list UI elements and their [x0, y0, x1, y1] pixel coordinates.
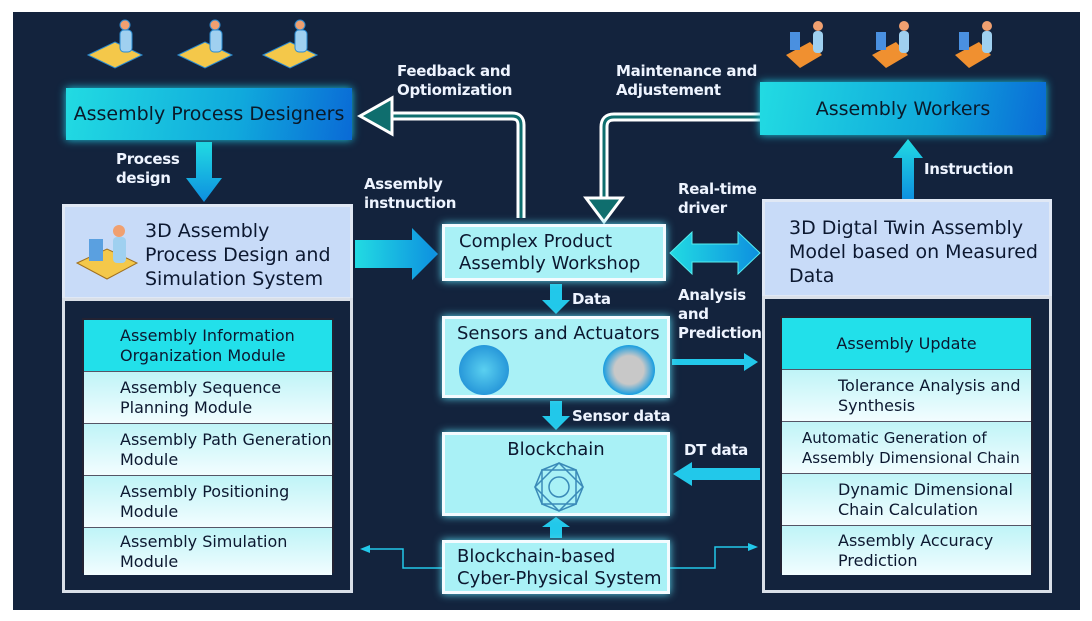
module-item: Assembly Sequence Planning Module: [84, 372, 332, 424]
module-label: Assembly Positioning Module: [120, 481, 290, 521]
module-label: Assembly Path Generation Module: [120, 429, 332, 469]
assembly-instruction-label: Assembly instnuction: [364, 175, 457, 212]
designers-box: Assembly Process Designers: [66, 88, 352, 140]
instruction-label: Instruction: [924, 160, 1014, 178]
workshop-title: Complex Product Assembly Workshop: [459, 231, 641, 274]
design-system-box: 3D Assembly Process Design and Simulatio…: [62, 204, 353, 300]
module-item: Assembly Update: [782, 318, 1031, 370]
dt-model-title: 3D Digtal Twin Assembly Model based on M…: [789, 217, 1038, 287]
sensor-data-arrow: [542, 401, 570, 430]
module-label: Assembly Sequence Planning Module: [120, 377, 282, 417]
realtime-driver-arrow: [669, 230, 761, 276]
module-item: Automatic Generation of Assembly Dimensi…: [782, 422, 1031, 474]
dt-data-label: DT data: [684, 441, 748, 459]
cps-to-design-line: [368, 548, 442, 569]
analysis-label: Analysis and Prediction: [678, 286, 762, 342]
process-design-label: Process design: [116, 150, 180, 187]
sensor-icon: [459, 345, 509, 395]
sensors-box: Sensors and Actuators: [442, 316, 670, 398]
module-label: Automatic Generation of Assembly Dimensi…: [802, 428, 1020, 467]
blockchain-network-icon: [533, 461, 585, 513]
sensors-title: Sensors and Actuators: [457, 323, 660, 344]
dt-model-box: 3D Digtal Twin Assembly Model based on M…: [762, 199, 1052, 298]
workshop-box: Complex Product Assembly Workshop: [442, 224, 666, 281]
data-label: Data: [572, 290, 611, 308]
blockchain-title: Blockchain: [507, 439, 605, 460]
actuator-icon: [603, 345, 655, 395]
workers-title: Assembly Workers: [815, 97, 991, 120]
dt-modules-list: Assembly Update Tolerance Analysis and S…: [780, 316, 1033, 575]
maintenance-label: Maintenance and Adjustement: [616, 62, 758, 99]
sensor-data-label: Sensor data: [572, 407, 671, 425]
module-label: Assembly Information Organization Module: [120, 325, 295, 365]
cps-up-arrow: [542, 517, 570, 538]
module-item: Assembly Accuracy Prediction: [782, 526, 1031, 575]
cps-to-dt-line: [670, 546, 750, 569]
designers-title: Assembly Process Designers: [73, 103, 345, 125]
design-modules-list: Assembly Information Organization Module…: [82, 318, 334, 575]
module-label: Assembly Accuracy Prediction: [838, 530, 994, 570]
analysis-arrow: [672, 353, 758, 371]
data-arrow: [542, 284, 570, 314]
module-label: Assembly Simulation Module: [120, 531, 288, 571]
design-system-title: 3D Assembly Process Design and Simulatio…: [145, 220, 331, 290]
module-item: Assembly Information Organization Module: [84, 320, 332, 372]
assembly-instruction-arrow: [355, 228, 438, 280]
blockchain-box: Blockchain: [442, 432, 670, 516]
module-label: Tolerance Analysis and Synthesis: [838, 375, 1021, 415]
designer-person-icon: [86, 19, 319, 69]
module-item: Dynamic Dimensional Chain Calculation: [782, 474, 1031, 526]
workers-box: Assembly Workers: [760, 82, 1046, 135]
module-item: Assembly Path Generation Module: [84, 424, 332, 476]
dt-data-arrow: [673, 462, 760, 486]
module-item: Tolerance Analysis and Synthesis: [782, 370, 1031, 422]
feedback-label: Feedback and Optiomization: [397, 62, 513, 99]
worker-person-icon: [786, 21, 992, 68]
designer-workstation-icon: [75, 225, 139, 280]
module-label: Dynamic Dimensional Chain Calculation: [838, 479, 1013, 519]
module-item: Assembly Simulation Module: [84, 528, 332, 575]
instruction-arrow: [893, 139, 923, 200]
process-design-arrow: [186, 142, 222, 202]
module-label: Assembly Update: [836, 333, 977, 353]
cps-title: Blockchain-based Cyber-Physical System: [457, 546, 662, 589]
cps-box: Blockchain-based Cyber-Physical System: [442, 540, 670, 594]
module-item: Assembly Positioning Module: [84, 476, 332, 528]
realtime-label: Real-time driver: [678, 180, 757, 217]
